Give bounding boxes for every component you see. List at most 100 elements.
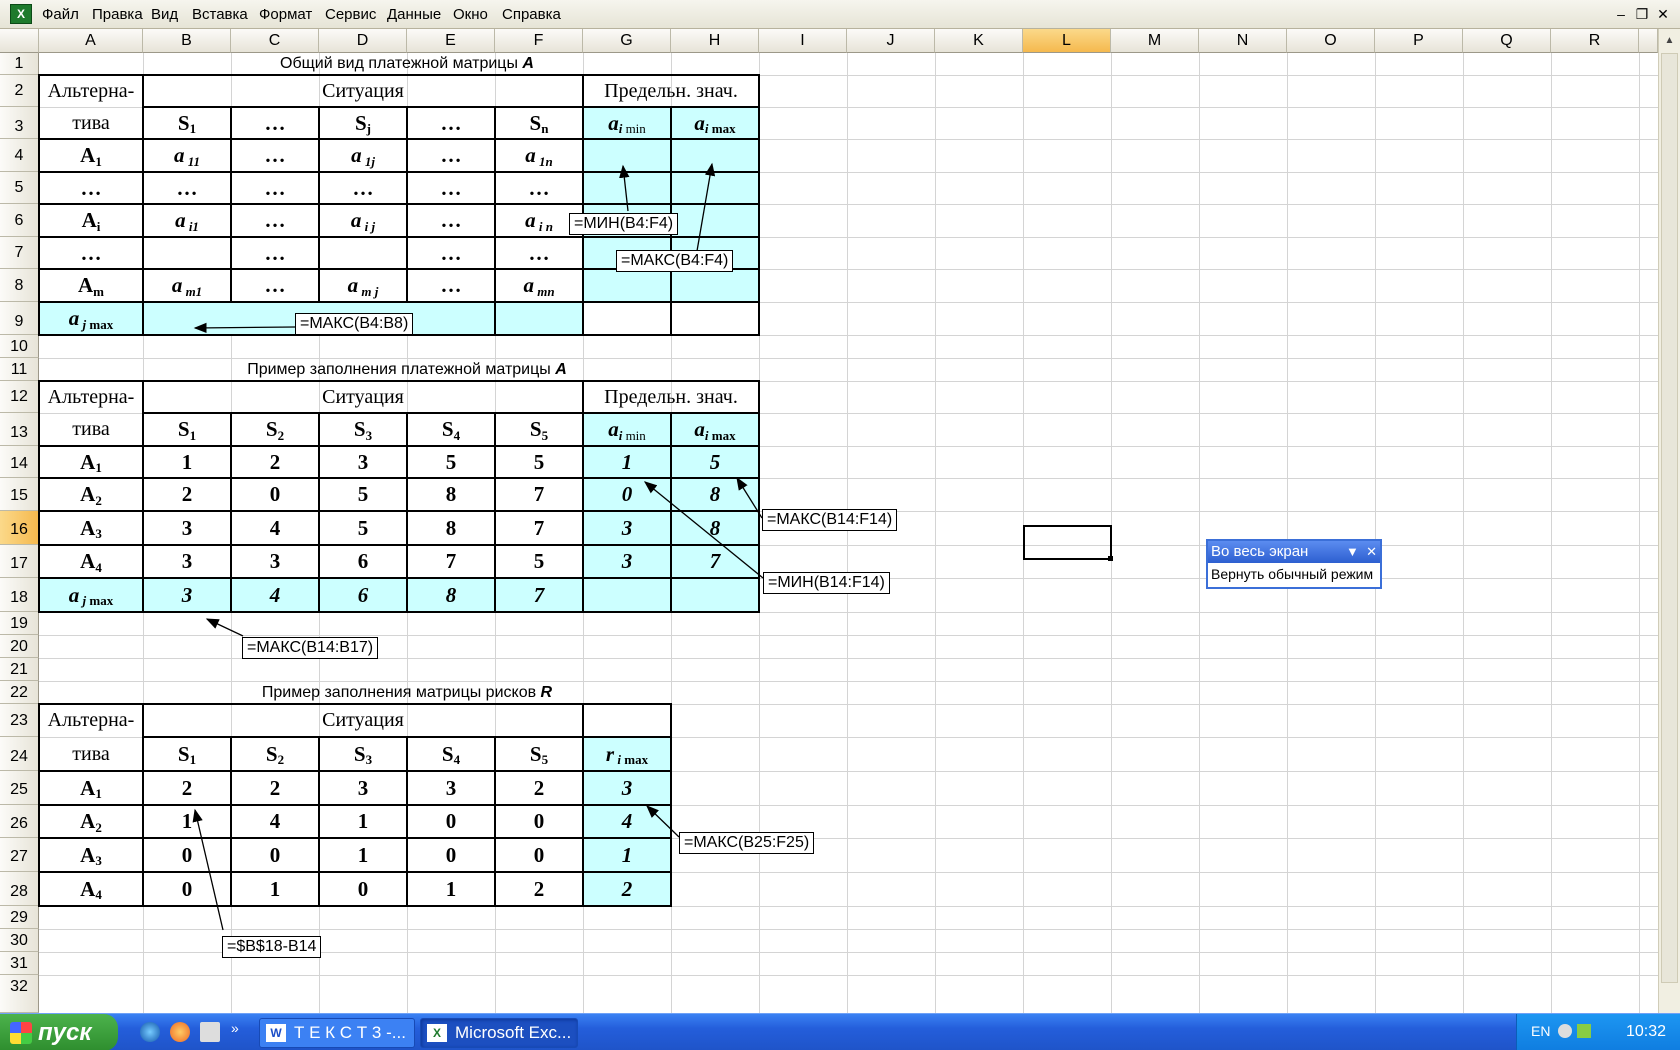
scroll-thumb[interactable] — [1661, 53, 1678, 983]
t2-colmax-cell[interactable]: 4 — [231, 578, 319, 612]
menu-window[interactable]: Окно — [453, 6, 488, 23]
row-header-6[interactable]: 6 — [0, 204, 39, 237]
t2-min-cell[interactable]: 1 — [583, 446, 671, 478]
t2-cell[interactable]: 8 — [407, 478, 495, 511]
menu-format[interactable]: Формат — [259, 6, 312, 23]
t2-cell[interactable]: 2 — [231, 446, 319, 478]
row-header-5[interactable]: 5 — [0, 172, 39, 204]
row-header-27[interactable]: 27 — [0, 838, 39, 872]
menu-data[interactable]: Данные — [387, 6, 441, 23]
row-header-7[interactable]: 7 — [0, 237, 39, 269]
t2-cell[interactable]: 2 — [143, 478, 231, 511]
callout-b18-minus-b14[interactable]: =$B$18-B14 — [222, 936, 322, 958]
row-header-4[interactable]: 4 — [0, 139, 39, 172]
row-header-30[interactable]: 30 — [0, 929, 39, 952]
t3-cell[interactable]: 1 — [143, 805, 231, 838]
clock[interactable]: 10:32 — [1626, 1023, 1666, 1041]
t2-cell[interactable]: 5 — [495, 446, 583, 478]
t2-cell[interactable]: 5 — [319, 511, 407, 545]
t3-cell[interactable]: 1 — [319, 805, 407, 838]
t2-cell[interactable]: 0 — [231, 478, 319, 511]
col-header-R[interactable]: R — [1551, 29, 1639, 53]
menu-edit[interactable]: Правка — [92, 6, 143, 23]
t3-cell[interactable]: 0 — [319, 872, 407, 906]
col-header-O[interactable]: O — [1287, 29, 1375, 53]
row-header-15[interactable]: 15 — [0, 478, 39, 511]
row-header-2[interactable]: 2 — [0, 75, 39, 107]
fill-handle[interactable] — [1108, 556, 1113, 561]
minimize-icon[interactable]: – — [1612, 5, 1630, 23]
t2-min-cell[interactable]: 3 — [583, 545, 671, 578]
t3-cell[interactable]: 1 — [407, 872, 495, 906]
t2-cell[interactable]: 3 — [319, 446, 407, 478]
col-header-P[interactable]: P — [1375, 29, 1463, 53]
firefox-icon[interactable] — [170, 1022, 190, 1042]
col-header-S[interactable] — [1639, 29, 1658, 53]
t2-cell[interactable]: 6 — [319, 545, 407, 578]
row-header-8[interactable]: 8 — [0, 269, 39, 302]
t2-cell[interactable]: 7 — [495, 478, 583, 511]
menu-insert[interactable]: Вставка — [192, 6, 248, 23]
select-all-corner[interactable] — [0, 29, 39, 53]
t2-cell[interactable]: 7 — [495, 511, 583, 545]
menu-view[interactable]: Вид — [151, 6, 178, 23]
row-header-20[interactable]: 20 — [0, 635, 39, 658]
t2-cell[interactable]: 3 — [231, 545, 319, 578]
t3-cell[interactable]: 0 — [495, 838, 583, 872]
t2-colmax-cell[interactable]: 7 — [495, 578, 583, 612]
language-indicator[interactable]: EN — [1531, 1023, 1550, 1039]
col-header-F[interactable]: F — [495, 29, 583, 53]
t3-cell[interactable]: 4 — [231, 805, 319, 838]
row-header-31[interactable]: 31 — [0, 952, 39, 975]
row-header-23[interactable]: 23 — [0, 704, 39, 737]
quicklaunch-more-icon[interactable]: » — [231, 1020, 239, 1036]
menu-tools[interactable]: Сервис — [325, 6, 376, 23]
row-header-25[interactable]: 25 — [0, 771, 39, 805]
col-header-N[interactable]: N — [1199, 29, 1287, 53]
t3-cell[interactable]: 0 — [231, 838, 319, 872]
t3-cell[interactable]: 2 — [231, 771, 319, 805]
row-header-9[interactable]: 9 — [0, 302, 39, 335]
callout-max-b25f25[interactable]: =МАКС(B25:F25) — [679, 832, 815, 854]
tray-icon[interactable] — [1558, 1024, 1572, 1038]
t3-rmax-cell[interactable]: 3 — [583, 771, 671, 805]
col-header-L[interactable]: L — [1023, 29, 1111, 53]
t2-colmax-cell[interactable]: 8 — [407, 578, 495, 612]
taskbar-word-document[interactable]: WТ Е К С Т 3 -... — [259, 1018, 415, 1048]
t3-rmax-cell[interactable]: 1 — [583, 838, 671, 872]
t2-colmax-cell[interactable]: 6 — [319, 578, 407, 612]
row-header-28[interactable]: 28 — [0, 872, 39, 906]
t3-cell[interactable]: 1 — [319, 838, 407, 872]
row-header-11[interactable]: 11 — [0, 358, 39, 381]
col-header-K[interactable]: K — [935, 29, 1023, 53]
menu-help[interactable]: Справка — [502, 6, 561, 23]
col-header-A[interactable]: A — [39, 29, 143, 53]
t2-cell[interactable]: 3 — [143, 511, 231, 545]
t3-cell[interactable]: 2 — [495, 771, 583, 805]
col-header-Q[interactable]: Q — [1463, 29, 1551, 53]
t3-cell[interactable]: 2 — [495, 872, 583, 906]
callout-max-b4f4[interactable]: =МАКС(B4:F4) — [616, 250, 734, 272]
t2-max-cell[interactable]: 5 — [671, 446, 759, 478]
t3-cell[interactable]: 2 — [143, 771, 231, 805]
tray-icon[interactable] — [1577, 1024, 1591, 1038]
dropdown-icon[interactable]: ▼ — [1346, 544, 1359, 559]
t2-cell[interactable]: 7 — [407, 545, 495, 578]
t3-cell[interactable]: 0 — [407, 805, 495, 838]
taskbar-excel[interactable]: X Microsoft Exc... — [420, 1018, 578, 1048]
row-header-19[interactable]: 19 — [0, 612, 39, 635]
ie-icon[interactable] — [140, 1022, 160, 1042]
row-header-10[interactable]: 10 — [0, 335, 39, 358]
t2-colmax-cell[interactable]: 3 — [143, 578, 231, 612]
t2-cell[interactable]: 4 — [231, 511, 319, 545]
t3-cell[interactable]: 0 — [495, 805, 583, 838]
close-icon[interactable]: ✕ — [1366, 544, 1377, 559]
row-header-14[interactable]: 14 — [0, 446, 39, 478]
start-button[interactable]: пуск — [0, 1014, 118, 1050]
active-cell-L16[interactable] — [1023, 525, 1112, 560]
callout-max-b4b8[interactable]: =МАКС(B4:B8) — [295, 313, 414, 335]
t2-max-cell[interactable]: 8 — [671, 478, 759, 511]
col-header-D[interactable]: D — [319, 29, 407, 53]
callout-max-b14f14[interactable]: =МАКС(B14:F14) — [762, 509, 898, 531]
scroll-up-icon[interactable]: ▲ — [1661, 31, 1678, 51]
